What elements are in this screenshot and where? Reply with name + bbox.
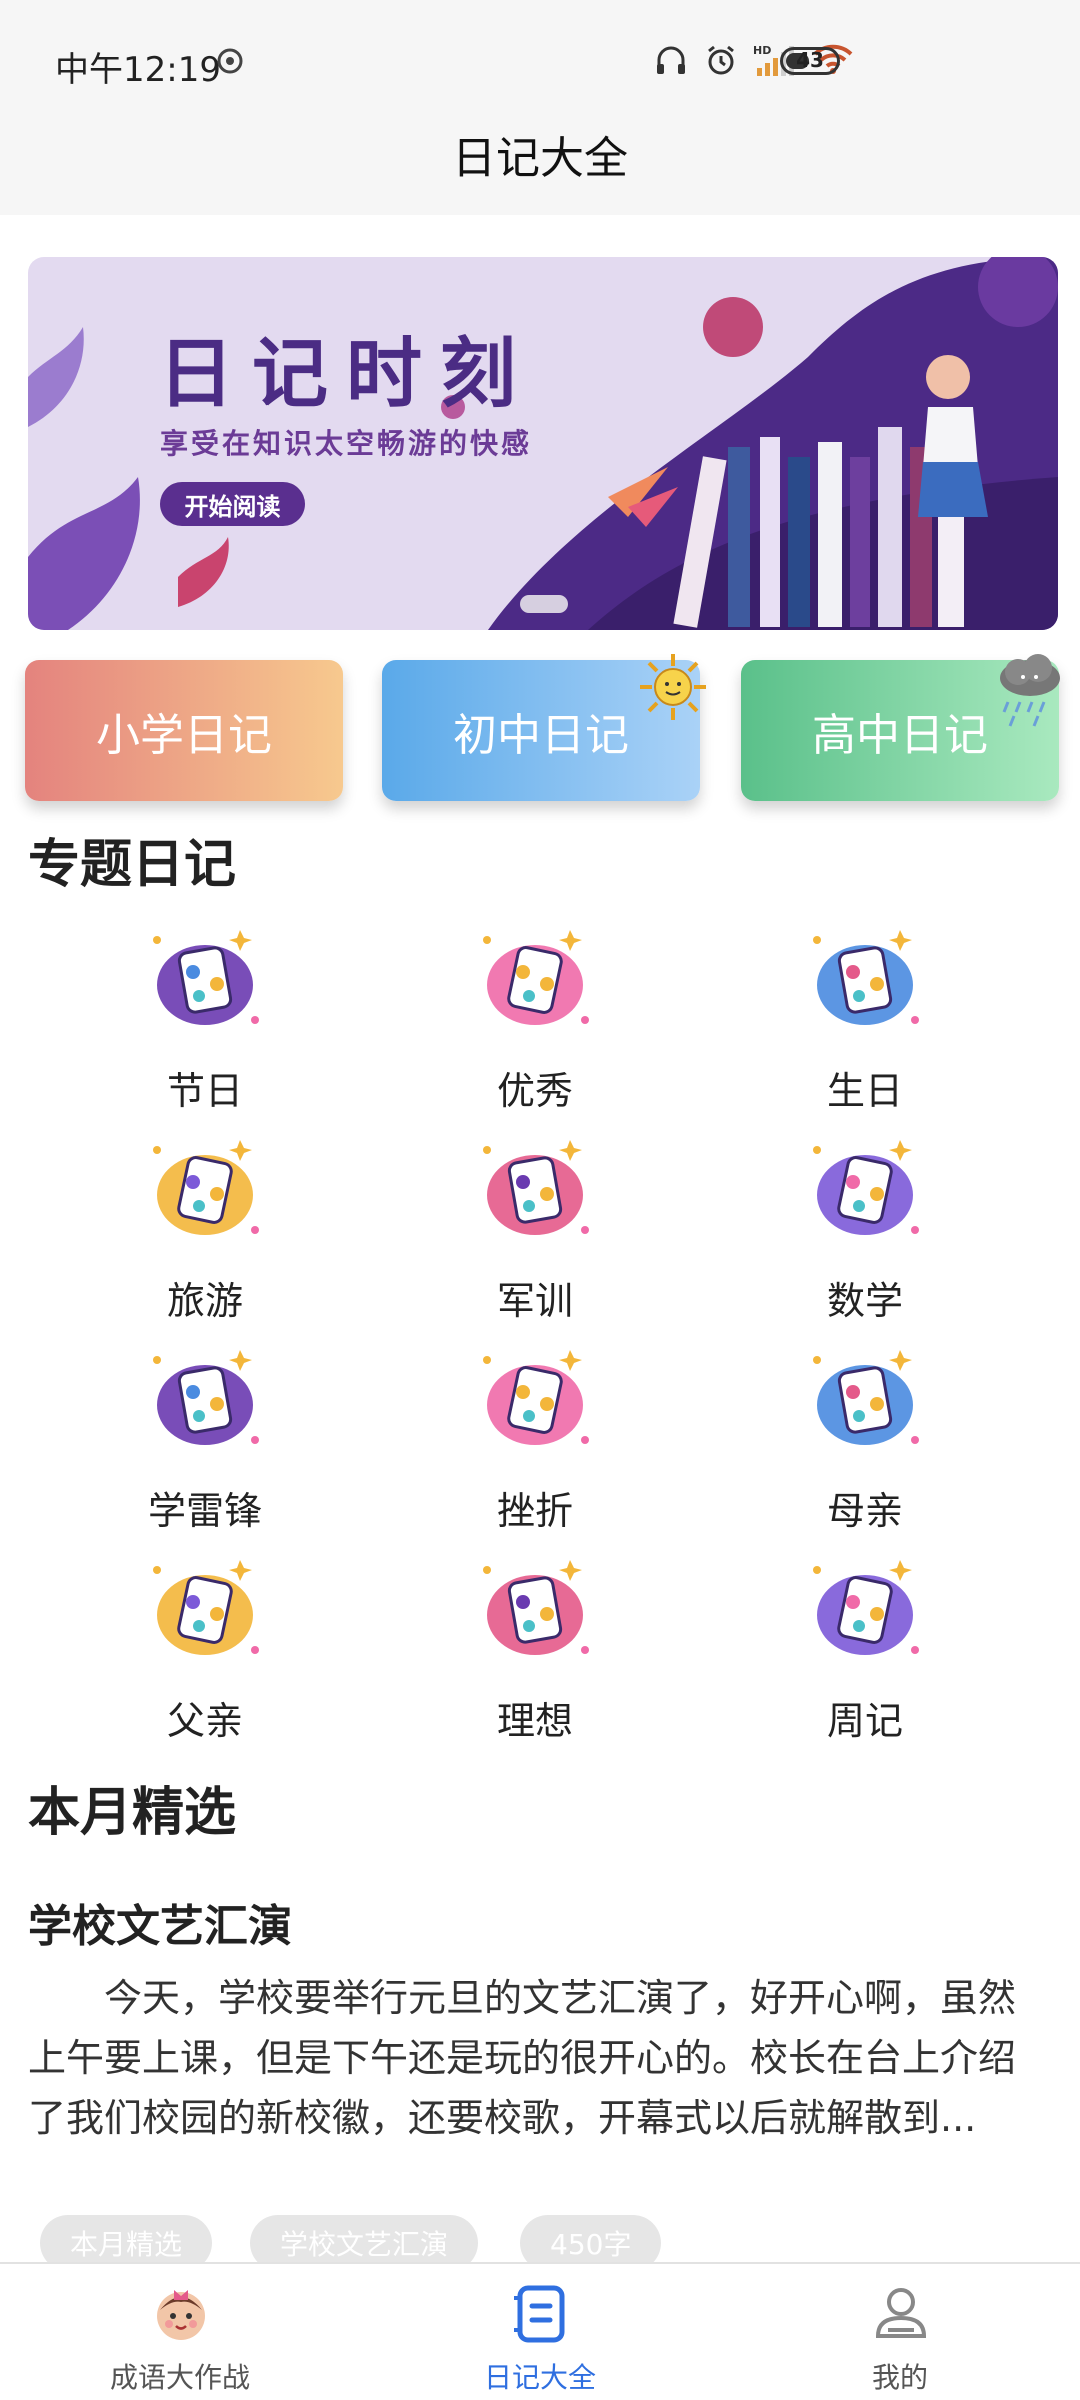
topic-label: 旅游 (166, 1279, 243, 1323)
profile-icon (875, 2288, 927, 2338)
topic-label: 军训 (496, 1279, 573, 1323)
alarm-icon (708, 45, 734, 75)
pencil-icon (483, 1140, 589, 1235)
status-time: 中午12:19 (55, 50, 221, 90)
brain-rainbow-icon (813, 930, 919, 1025)
monitor-icon (153, 1140, 259, 1235)
notepad-pen-icon (153, 1560, 259, 1655)
svg-text:HD: HD (753, 44, 771, 57)
topic-item[interactable]: 旅游 (40, 1120, 370, 1323)
banner-page-indicator (520, 595, 568, 613)
start-reading-button[interactable]: 开始阅读 (160, 482, 305, 526)
topic-label: 生日 (826, 1069, 903, 1113)
topic-label: 学雷锋 (147, 1489, 262, 1533)
topic-label: 数学 (826, 1279, 903, 1323)
palette-icon (153, 930, 259, 1025)
diary-book-icon (514, 2285, 565, 2343)
topic-label: 节日 (166, 1069, 243, 1113)
status-bar: 中午12:19 HD 43 (0, 0, 1080, 120)
topic-item[interactable]: 挫折 (370, 1330, 700, 1533)
topic-label: 周记 (826, 1699, 903, 1743)
nav-label: 成语大作战 (109, 2361, 250, 2394)
topic-item[interactable]: 学雷锋 (40, 1330, 370, 1533)
banner-subtitle: 享受在知识太空畅游的快感 (160, 427, 533, 460)
article-excerpt: 今天，学校要举行元旦的文艺汇演了，好开心啊，虽然上午要上课，但是下午还是玩的很开… (28, 1976, 1017, 2140)
topic-label: 父亲 (166, 1699, 243, 1743)
crayons-icon (153, 1350, 259, 1445)
topic-label: 母亲 (826, 1489, 903, 1533)
lightbulb-icon (483, 1350, 589, 1445)
battery-level: 43 (796, 48, 824, 72)
top-bar: 中午12:19 HD 43 日记大全 (0, 0, 1080, 215)
banner-title: 日记时刻 (158, 329, 534, 418)
topic-item[interactable]: 军训 (370, 1120, 700, 1323)
topic-item[interactable]: 优秀 (370, 910, 700, 1113)
category-primary-school[interactable]: 小学日记 (25, 660, 343, 801)
topic-item[interactable]: 理想 (370, 1540, 700, 1743)
topic-item[interactable]: 母亲 (700, 1330, 1030, 1533)
topics-section-title: 专题日记 (28, 835, 237, 895)
page-title: 日记大全 (452, 133, 628, 184)
rain-cloud-icon (1000, 654, 1060, 727)
nav-item-idiom-battle[interactable]: 成语大作战 (0, 2264, 360, 2400)
topic-label: 挫折 (496, 1489, 573, 1533)
open-mind-icon (813, 1140, 919, 1235)
headphones-icon (657, 46, 685, 74)
category-label: 初中日记 (453, 709, 629, 761)
nav-label: 我的 (871, 2361, 928, 2394)
battery-icon: 43 (780, 47, 840, 75)
sync-icon (217, 48, 243, 74)
topic-label: 理想 (496, 1699, 573, 1743)
brain-idea-icon (483, 1560, 589, 1655)
nav-item-profile[interactable]: 我的 (720, 2264, 1080, 2400)
topic-item[interactable]: 节日 (40, 910, 370, 1113)
baby-face-icon (157, 2290, 205, 2340)
topic-item[interactable]: 数学 (700, 1120, 1030, 1323)
notebook-icon (813, 1350, 919, 1445)
bottom-nav: 成语大作战 日记大全 我的 (0, 2262, 1080, 2400)
banner[interactable]: 日记时刻 享受在知识太空畅游的快感 开始阅读 (28, 257, 1058, 630)
article-title[interactable]: 学校文艺汇演 (28, 1890, 292, 1954)
category-label: 高中日记 (812, 709, 988, 761)
paint-canvas-icon (483, 930, 589, 1025)
featured-section-title: 本月精选 (28, 1783, 237, 1843)
nav-label: 日记大全 (483, 2361, 596, 2394)
topic-label: 优秀 (496, 1069, 573, 1113)
nav-item-diary[interactable]: 日记大全 (360, 2264, 720, 2400)
topic-item[interactable]: 生日 (700, 910, 1030, 1113)
topic-item[interactable]: 父亲 (40, 1540, 370, 1743)
alarm-clock-icon (813, 1560, 919, 1655)
sun-icon (640, 654, 706, 720)
topic-item[interactable]: 周记 (700, 1540, 1030, 1743)
